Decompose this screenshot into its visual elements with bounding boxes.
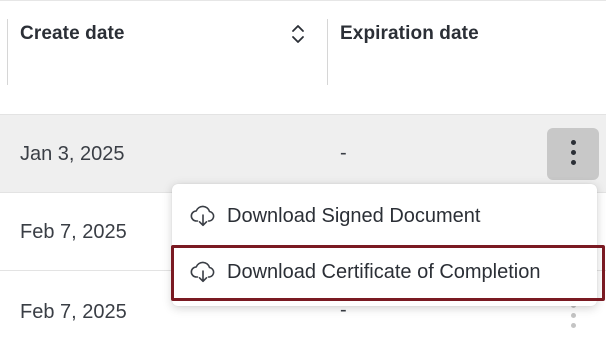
create-date-cell: Feb 7, 2025 xyxy=(20,301,127,323)
column-divider xyxy=(7,19,8,85)
row-actions-button[interactable] xyxy=(547,128,599,180)
table-header: Create date Expiration date xyxy=(0,0,606,114)
menu-item-label: Download Signed Document xyxy=(227,205,481,227)
menu-item-label: Download Certificate of Completion xyxy=(227,261,541,283)
table-row[interactable]: Jan 3, 2025 - xyxy=(0,114,606,192)
column-header-expiration-date[interactable]: Expiration date xyxy=(340,23,479,45)
more-vertical-icon xyxy=(570,140,576,168)
create-date-cell: Feb 7, 2025 xyxy=(20,221,127,243)
column-divider xyxy=(327,19,328,85)
create-date-cell: Jan 3, 2025 xyxy=(20,143,125,165)
more-vertical-icon xyxy=(570,303,576,331)
sort-up-down-icon[interactable] xyxy=(289,22,307,46)
column-header-create-date[interactable]: Create date xyxy=(20,23,125,45)
menu-item-download-signed-document[interactable]: Download Signed Document xyxy=(172,191,597,243)
cloud-download-icon xyxy=(190,261,215,283)
row-actions-menu: Download Signed Document Download Certif… xyxy=(171,184,605,306)
documents-table: Create date Expiration date Jan 3, 2025 … xyxy=(0,0,606,332)
cloud-download-icon xyxy=(190,205,215,227)
expiration-date-cell: - xyxy=(340,142,347,164)
menu-item-download-certificate-of-completion[interactable]: Download Certificate of Completion xyxy=(171,245,605,301)
